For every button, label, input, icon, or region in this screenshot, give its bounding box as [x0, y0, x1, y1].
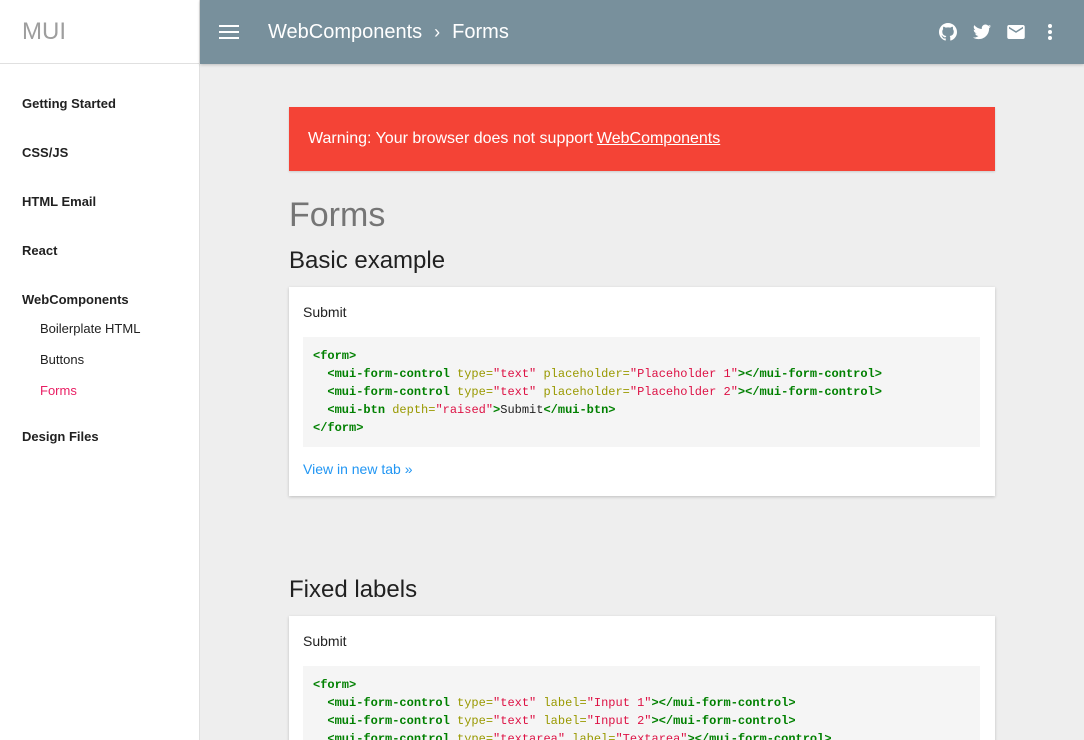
example-submit-button[interactable]: Submit [303, 304, 980, 321]
warning-banner: Warning: Your browser does not support W… [289, 107, 995, 171]
sidebar-item-react[interactable]: React [0, 232, 199, 281]
sidebar-item-html-email[interactable]: HTML Email [0, 183, 199, 232]
breadcrumb: WebComponents › Forms [268, 21, 509, 44]
more-vert-icon[interactable] [1040, 22, 1060, 42]
brand-logo[interactable]: MUI [0, 0, 199, 64]
code-line: </form> [313, 421, 364, 435]
warning-link[interactable]: WebComponents [597, 130, 720, 148]
breadcrumb-item-webcomponents[interactable]: WebComponents [268, 21, 422, 44]
sidebar-item-getting-started[interactable]: Getting Started [0, 85, 199, 134]
sidebar-subitem-forms[interactable]: Forms [0, 375, 199, 406]
twitter-icon[interactable] [972, 22, 992, 42]
section-title-fixed-labels: Fixed labels [289, 576, 418, 603]
chevron-right-icon: › [434, 21, 441, 42]
main-content: Warning: Your browser does not support W… [289, 107, 995, 740]
sidebar-item-css-js[interactable]: CSS/JS [0, 134, 199, 183]
sidebar-nav: Getting Started CSS/JS HTML Email React … [0, 64, 199, 467]
section-title-basic-example: Basic example [289, 247, 446, 274]
mail-icon[interactable] [1006, 22, 1026, 42]
example-card-basic: Submit <form> <mui-form-control type="te… [289, 287, 995, 496]
example-submit-button[interactable]: Submit [303, 633, 980, 650]
menu-icon[interactable] [219, 25, 239, 39]
sidebar: MUI Getting Started CSS/JS HTML Email Re… [0, 0, 200, 740]
code-line: <mui-form-control type="text" label="Inp… [327, 696, 796, 710]
sidebar-item-design-files[interactable]: Design Files [0, 418, 199, 467]
view-in-new-tab-link[interactable]: View in new tab » [303, 461, 412, 477]
page-title: Forms [289, 196, 386, 234]
code-line: <form> [313, 678, 357, 692]
example-card-fixed-labels: Submit <form> <mui-form-control type="te… [289, 616, 995, 740]
code-line: <mui-form-control type="textarea" label=… [327, 732, 832, 740]
code-block: <form> <mui-form-control type="text" lab… [303, 666, 980, 740]
code-line: <mui-form-control type="text" placeholde… [327, 367, 882, 381]
github-icon[interactable] [938, 22, 958, 42]
code-block: <form> <mui-form-control type="text" pla… [303, 337, 980, 447]
code-line: <form> [313, 349, 357, 363]
warning-text: Warning: Your browser does not support [308, 130, 593, 147]
appbar: WebComponents › Forms [200, 0, 1084, 64]
sidebar-subnav-webcomponents: Boilerplate HTML Buttons Forms [0, 313, 199, 406]
code-line: <mui-form-control type="text" label="Inp… [327, 714, 796, 728]
appbar-actions [938, 22, 1060, 42]
sidebar-subitem-buttons[interactable]: Buttons [0, 344, 199, 375]
breadcrumb-item-forms: Forms [452, 20, 509, 43]
code-line: <mui-form-control type="text" placeholde… [327, 385, 882, 399]
code-line: <mui-btn depth="raised">Submit</mui-btn> [327, 403, 616, 417]
